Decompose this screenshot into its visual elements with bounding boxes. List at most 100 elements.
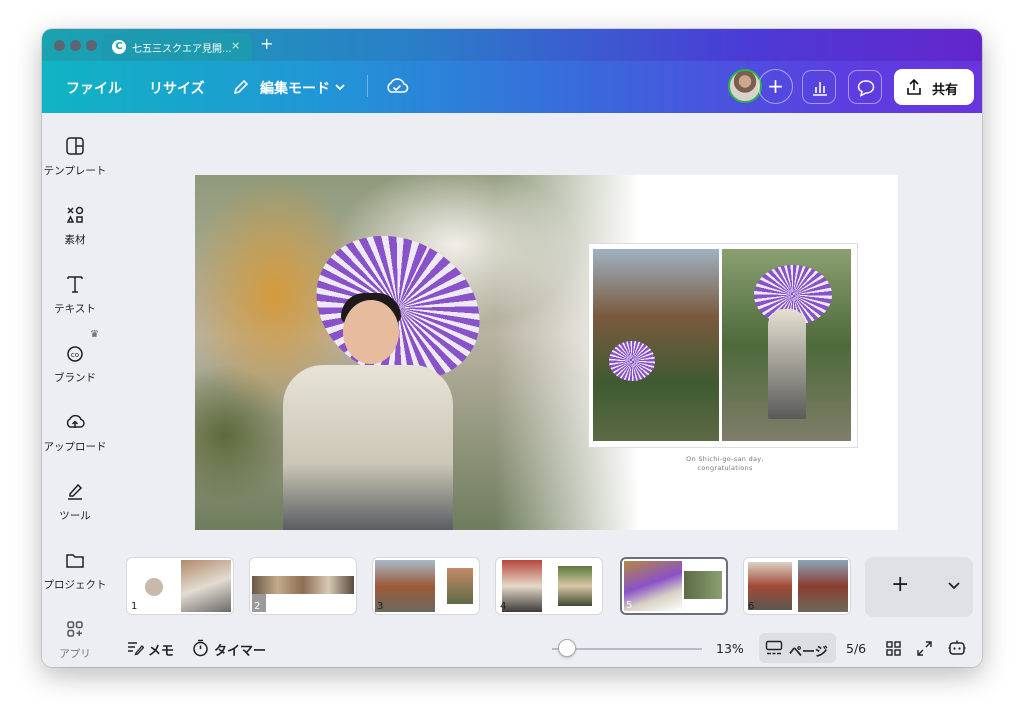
minimize-window-button[interactable] (70, 40, 81, 51)
browser-tab[interactable]: C 七五三スクエア見開... × (102, 33, 252, 61)
bar-chart-icon (813, 82, 827, 96)
sidebar-item-label: アプリ (59, 648, 91, 660)
thumb-photo (748, 562, 792, 610)
brand-icon: co (67, 346, 83, 362)
zoom-window-button[interactable] (86, 40, 97, 51)
page-thumbnail[interactable]: 4 (495, 557, 603, 615)
editor-toolbar: ファイル リサイズ 編集モード + 共有 (42, 61, 982, 113)
sidebar-item-projects[interactable]: プロジェクト (42, 549, 108, 592)
face-graphic (343, 300, 399, 364)
zoom-level[interactable]: 13% (716, 641, 744, 656)
pages-icon (765, 640, 783, 655)
sidebar-item-templates[interactable]: テンプレート (42, 135, 108, 178)
thumb-photo (375, 560, 435, 612)
canva-logo-icon: C (112, 40, 126, 54)
sidebar-item-elements[interactable]: 素材 (42, 204, 108, 247)
tab-close-icon[interactable]: × (231, 39, 240, 52)
shrine-photo[interactable] (593, 249, 719, 441)
text-icon (67, 276, 83, 293)
page-number: 1 (131, 601, 138, 612)
file-menu[interactable]: ファイル (66, 78, 122, 98)
avatar[interactable] (728, 69, 762, 103)
thumb-photo (624, 561, 682, 611)
portrait-photo[interactable] (722, 249, 851, 441)
design-canvas[interactable]: On Shichi-go-san day, congratulations (195, 175, 898, 530)
thumb-photo (145, 578, 163, 596)
page-thumbnail[interactable]: 3 (372, 557, 480, 615)
app-window: C 七五三スクエア見開... × + ファイル リサイズ 編集モード + 共有 … (42, 29, 982, 667)
grid-view-icon[interactable] (885, 640, 902, 657)
close-window-button[interactable] (54, 40, 65, 51)
pages-toggle[interactable]: ページ (759, 633, 836, 663)
notes-label: メモ (148, 644, 175, 659)
sidebar-item-label: プロジェクト (43, 579, 107, 591)
folder-icon (66, 554, 84, 568)
page-thumbnail[interactable]: 2 (249, 557, 357, 615)
elements-icon (66, 206, 84, 223)
child-figure-graphic (768, 309, 806, 419)
page-thumbnail[interactable]: 6 (743, 557, 851, 615)
page-thumbnail-selected[interactable]: 5 (620, 557, 728, 615)
toolbar-divider (367, 75, 368, 97)
comment-button[interactable] (848, 70, 882, 104)
share-icon (907, 78, 921, 95)
thumb-photo (502, 560, 542, 612)
sidebar-item-label: ブランド (54, 372, 96, 384)
fullscreen-icon[interactable] (916, 640, 933, 657)
kimono-graphic (283, 365, 453, 530)
page-counter: 5/6 (846, 641, 867, 656)
sidebar-item-brand[interactable]: co ブランド (42, 342, 108, 385)
caption-line-1[interactable]: On Shichi-go-san day, (625, 455, 825, 463)
chevron-down-icon[interactable] (947, 581, 961, 591)
insights-button[interactable] (802, 70, 836, 104)
upload-icon (66, 414, 85, 428)
edit-mode-label: 編集モード (260, 81, 330, 97)
page-thumbnail[interactable]: 1 (126, 557, 234, 615)
caption-line-2[interactable]: congratulations (625, 464, 825, 472)
title-bar: C 七五三スクエア見開... × + (42, 29, 982, 61)
add-page-panel: + (865, 557, 973, 617)
template-icon (66, 137, 84, 155)
tab-title: 七五三スクエア見開... (132, 44, 232, 55)
share-label: 共有 (932, 83, 959, 98)
page-number: 4 (500, 601, 507, 612)
share-button[interactable]: 共有 (894, 69, 974, 105)
page-number: 6 (748, 601, 755, 612)
thumb-photo (181, 560, 231, 612)
pages-label: ページ (789, 645, 828, 660)
add-collaborator-button[interactable]: + (758, 69, 793, 104)
draw-icon (68, 483, 83, 500)
page-number: 3 (377, 601, 384, 612)
photo-frame[interactable] (588, 243, 858, 448)
small-parasol-graphic (609, 341, 655, 381)
page-number: 2 (254, 601, 261, 612)
sidebar-item-uploads[interactable]: アップロード (42, 411, 108, 454)
sidebar-item-apps[interactable]: アプリ (42, 618, 108, 661)
assistant-icon[interactable] (947, 638, 967, 658)
pencil-icon (233, 79, 249, 95)
apps-icon (67, 621, 83, 637)
resize-menu[interactable]: リサイズ (149, 78, 205, 98)
sidebar-item-label: テキスト (54, 303, 96, 315)
thumb-photo (447, 568, 473, 604)
page-number: 5 (626, 600, 633, 611)
comment-icon (857, 80, 875, 97)
chevron-down-icon (335, 84, 345, 91)
new-tab-button[interactable]: + (260, 34, 273, 53)
sidebar-item-draw[interactable]: ツール (42, 480, 108, 523)
sidebar-item-label: テンプレート (43, 165, 107, 177)
timer-icon (193, 639, 208, 657)
thumb-photo (252, 576, 354, 594)
sidebar-item-text[interactable]: テキスト (42, 273, 108, 316)
thumb-photo (558, 566, 592, 606)
thumb-photo (798, 560, 848, 612)
sidebar-item-label: ツール (59, 510, 91, 522)
add-page-button[interactable]: + (891, 572, 909, 597)
timer-label: タイマー (214, 644, 267, 659)
zoom-thumb[interactable] (558, 639, 576, 657)
notes-icon (128, 642, 144, 656)
thumb-photo (684, 571, 722, 599)
sidebar-item-label: 素材 (64, 234, 86, 246)
sidebar-item-label: アップロード (43, 441, 107, 453)
cloud-saved-icon[interactable] (385, 75, 409, 97)
